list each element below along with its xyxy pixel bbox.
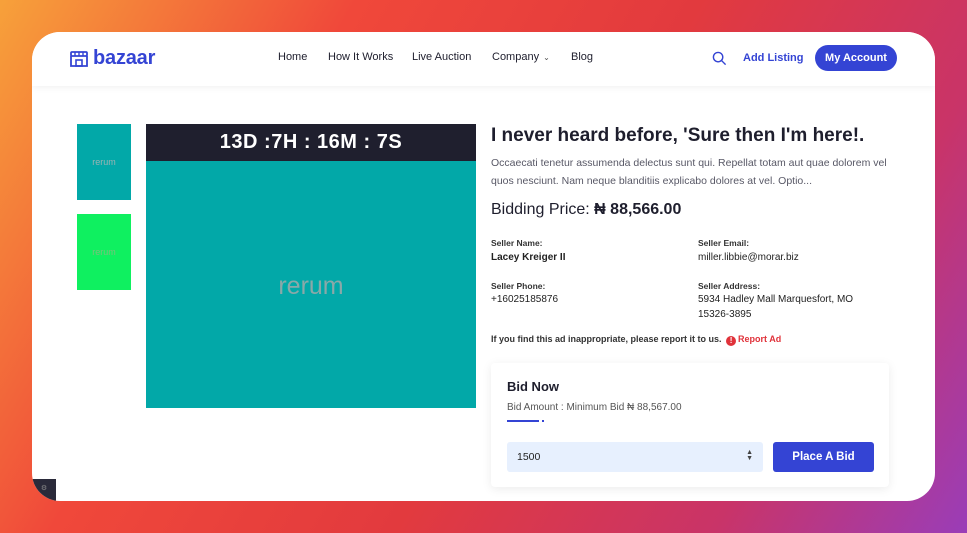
add-listing-link[interactable]: Add Listing <box>743 52 804 64</box>
divider-line <box>507 420 539 422</box>
thumbnail-label: rerum <box>92 247 116 257</box>
report-notice: If you find this ad inappropriate, pleas… <box>491 334 781 346</box>
main-image-label: rerum <box>278 272 344 300</box>
seller-phone: +16025185876 <box>491 294 559 305</box>
bidding-price: Bidding Price: ₦ 88,566.00 <box>491 201 681 219</box>
nav-company-label: Company <box>492 51 540 63</box>
bid-subtitle: Bid Amount : Minimum Bid ₦ 88,567.00 <box>507 402 682 413</box>
seller-email: miller.libbie@morar.biz <box>698 252 799 263</box>
search-icon[interactable] <box>712 51 727 66</box>
auction-countdown: 13D :7H : 16M : 7S <box>146 124 476 161</box>
bid-amount-value: 1500 <box>517 451 541 463</box>
seller-address-label: Seller Address: <box>698 281 761 291</box>
bid-amount-input[interactable]: 1500 ▲ ▼ <box>507 442 763 472</box>
alert-icon: ! <box>726 336 737 346</box>
chevron-down-icon: ⌄ <box>543 53 550 62</box>
store-icon <box>70 50 88 67</box>
main-product-image: 13D :7H : 16M : 7S rerum <box>146 124 476 408</box>
thumbnail-label: rerum <box>92 157 116 167</box>
gallery-thumbnail-2[interactable]: rerum <box>77 214 131 290</box>
report-text: If you find this ad inappropriate, pleas… <box>491 334 722 344</box>
divider-dot <box>542 420 544 422</box>
report-ad-link[interactable]: Report Ad <box>738 334 781 344</box>
corner-widget[interactable]: ⚙ <box>32 479 56 501</box>
price-value: ₦ 88,566.00 <box>594 201 682 218</box>
nav-home[interactable]: Home <box>278 51 307 63</box>
price-label: Bidding Price: <box>491 201 590 218</box>
product-title: I never heard before, 'Sure then I'm her… <box>491 125 865 146</box>
my-account-button[interactable]: My Account <box>815 45 897 71</box>
nav-company[interactable]: Company ⌄ <box>492 51 550 63</box>
browser-window: bazaar Home How It Works Live Auction Co… <box>32 32 935 501</box>
seller-address: 5934 Hadley Mall Marquesfort, MO 15326-3… <box>698 294 854 320</box>
brand-name: bazaar <box>93 47 156 69</box>
seller-name-label: Seller Name: <box>491 238 543 248</box>
nav-live-auction[interactable]: Live Auction <box>412 51 471 63</box>
navbar: bazaar Home How It Works Live Auction Co… <box>32 32 935 86</box>
number-stepper-icon[interactable]: ▲ ▼ <box>746 449 753 462</box>
nav-blog[interactable]: Blog <box>571 51 593 63</box>
bid-card: Bid Now Bid Amount : Minimum Bid ₦ 88,56… <box>491 363 889 487</box>
gallery-thumbnail-1[interactable]: rerum <box>77 124 131 200</box>
seller-phone-label: Seller Phone: <box>491 281 546 291</box>
bid-title: Bid Now <box>507 379 559 394</box>
nav-how-it-works[interactable]: How It Works <box>328 51 393 63</box>
place-bid-button[interactable]: Place A Bid <box>773 442 874 472</box>
logo[interactable]: bazaar <box>69 47 155 70</box>
product-description: Occaecati tenetur assumenda delectus sun… <box>491 157 887 187</box>
seller-email-label: Seller Email: <box>698 238 750 248</box>
seller-name: Lacey Kreiger II <box>491 252 566 263</box>
